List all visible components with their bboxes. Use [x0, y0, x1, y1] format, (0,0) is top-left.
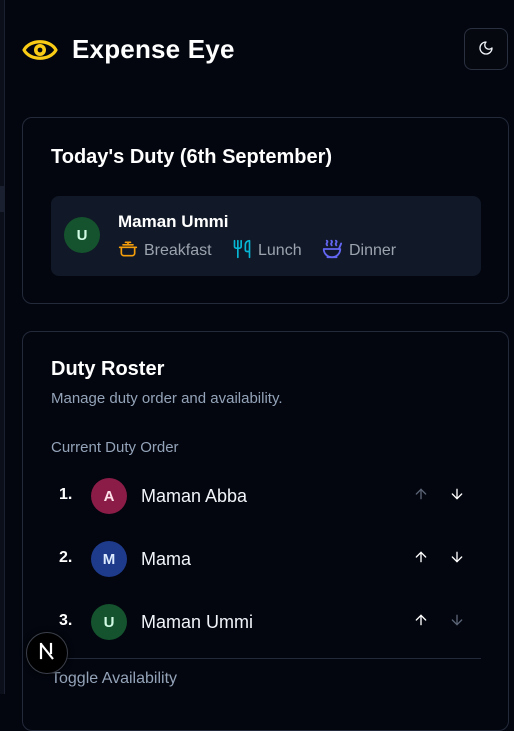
todays-duty-assignee: U Maman Ummi Breakfast Lunch Dinner — [51, 196, 481, 276]
roster-row: 2. M Mama — [51, 539, 481, 579]
app-title: Expense Eye — [72, 34, 235, 64]
assignee-name: Maman Ummi — [118, 212, 229, 231]
meal-dinner: Dinner — [321, 239, 396, 263]
arrow-down-icon — [449, 549, 465, 570]
duty-roster-card: Duty Roster Manage duty order and availa… — [22, 331, 509, 731]
move-up-button — [409, 484, 433, 508]
soup-bowl-icon — [321, 238, 349, 265]
toggle-availability-heading: Toggle Availability — [51, 670, 178, 687]
utensils-icon — [232, 238, 258, 265]
move-up-button[interactable] — [409, 610, 433, 634]
roster-row: 1. A Maman Abba — [51, 476, 481, 516]
meal-breakfast: Breakfast — [118, 239, 212, 263]
member-name: Maman Ummi — [141, 612, 254, 632]
todays-duty-card: Today's Duty (6th September) U Maman Umm… — [22, 117, 509, 304]
duty-roster-title: Duty Roster — [51, 358, 165, 380]
arrow-up-icon — [413, 549, 429, 570]
arrow-down-icon — [449, 486, 465, 507]
move-up-button[interactable] — [409, 547, 433, 571]
nextjs-logo-icon — [38, 642, 56, 665]
member-name: Mama — [141, 549, 192, 569]
row-number: 1. — [59, 486, 73, 503]
eye-icon — [22, 34, 58, 66]
duty-roster-subtitle: Manage duty order and availability. — [51, 390, 283, 407]
row-number: 3. — [59, 612, 73, 629]
meal-lunch: Lunch — [232, 239, 302, 263]
move-down-button[interactable] — [445, 484, 469, 508]
avatar: M — [91, 541, 127, 577]
nextjs-dev-badge[interactable] — [26, 632, 68, 674]
member-name: Maman Abba — [141, 486, 248, 506]
duty-order-heading: Current Duty Order — [51, 439, 179, 456]
meal-label: Breakfast — [144, 242, 212, 259]
app-header: Expense Eye — [22, 28, 508, 72]
row-number: 2. — [59, 549, 73, 566]
left-rail-marker — [0, 186, 5, 212]
todays-duty-title: Today's Duty (6th September) — [51, 146, 333, 168]
theme-toggle-button[interactable] — [464, 28, 508, 70]
roster-row: 3. U Maman Ummi — [51, 602, 481, 642]
arrow-up-icon — [413, 612, 429, 633]
arrow-down-icon — [449, 612, 465, 633]
left-rail — [0, 0, 5, 694]
moon-icon — [478, 40, 494, 59]
avatar: U — [91, 604, 127, 640]
arrow-up-icon — [413, 486, 429, 507]
move-down-button[interactable] — [445, 547, 469, 571]
meal-label: Lunch — [258, 242, 302, 259]
pot-icon — [118, 238, 144, 265]
move-down-button — [445, 610, 469, 634]
divider — [51, 658, 481, 659]
avatar: A — [91, 478, 127, 514]
avatar: U — [64, 217, 100, 253]
meal-label: Dinner — [349, 242, 397, 259]
